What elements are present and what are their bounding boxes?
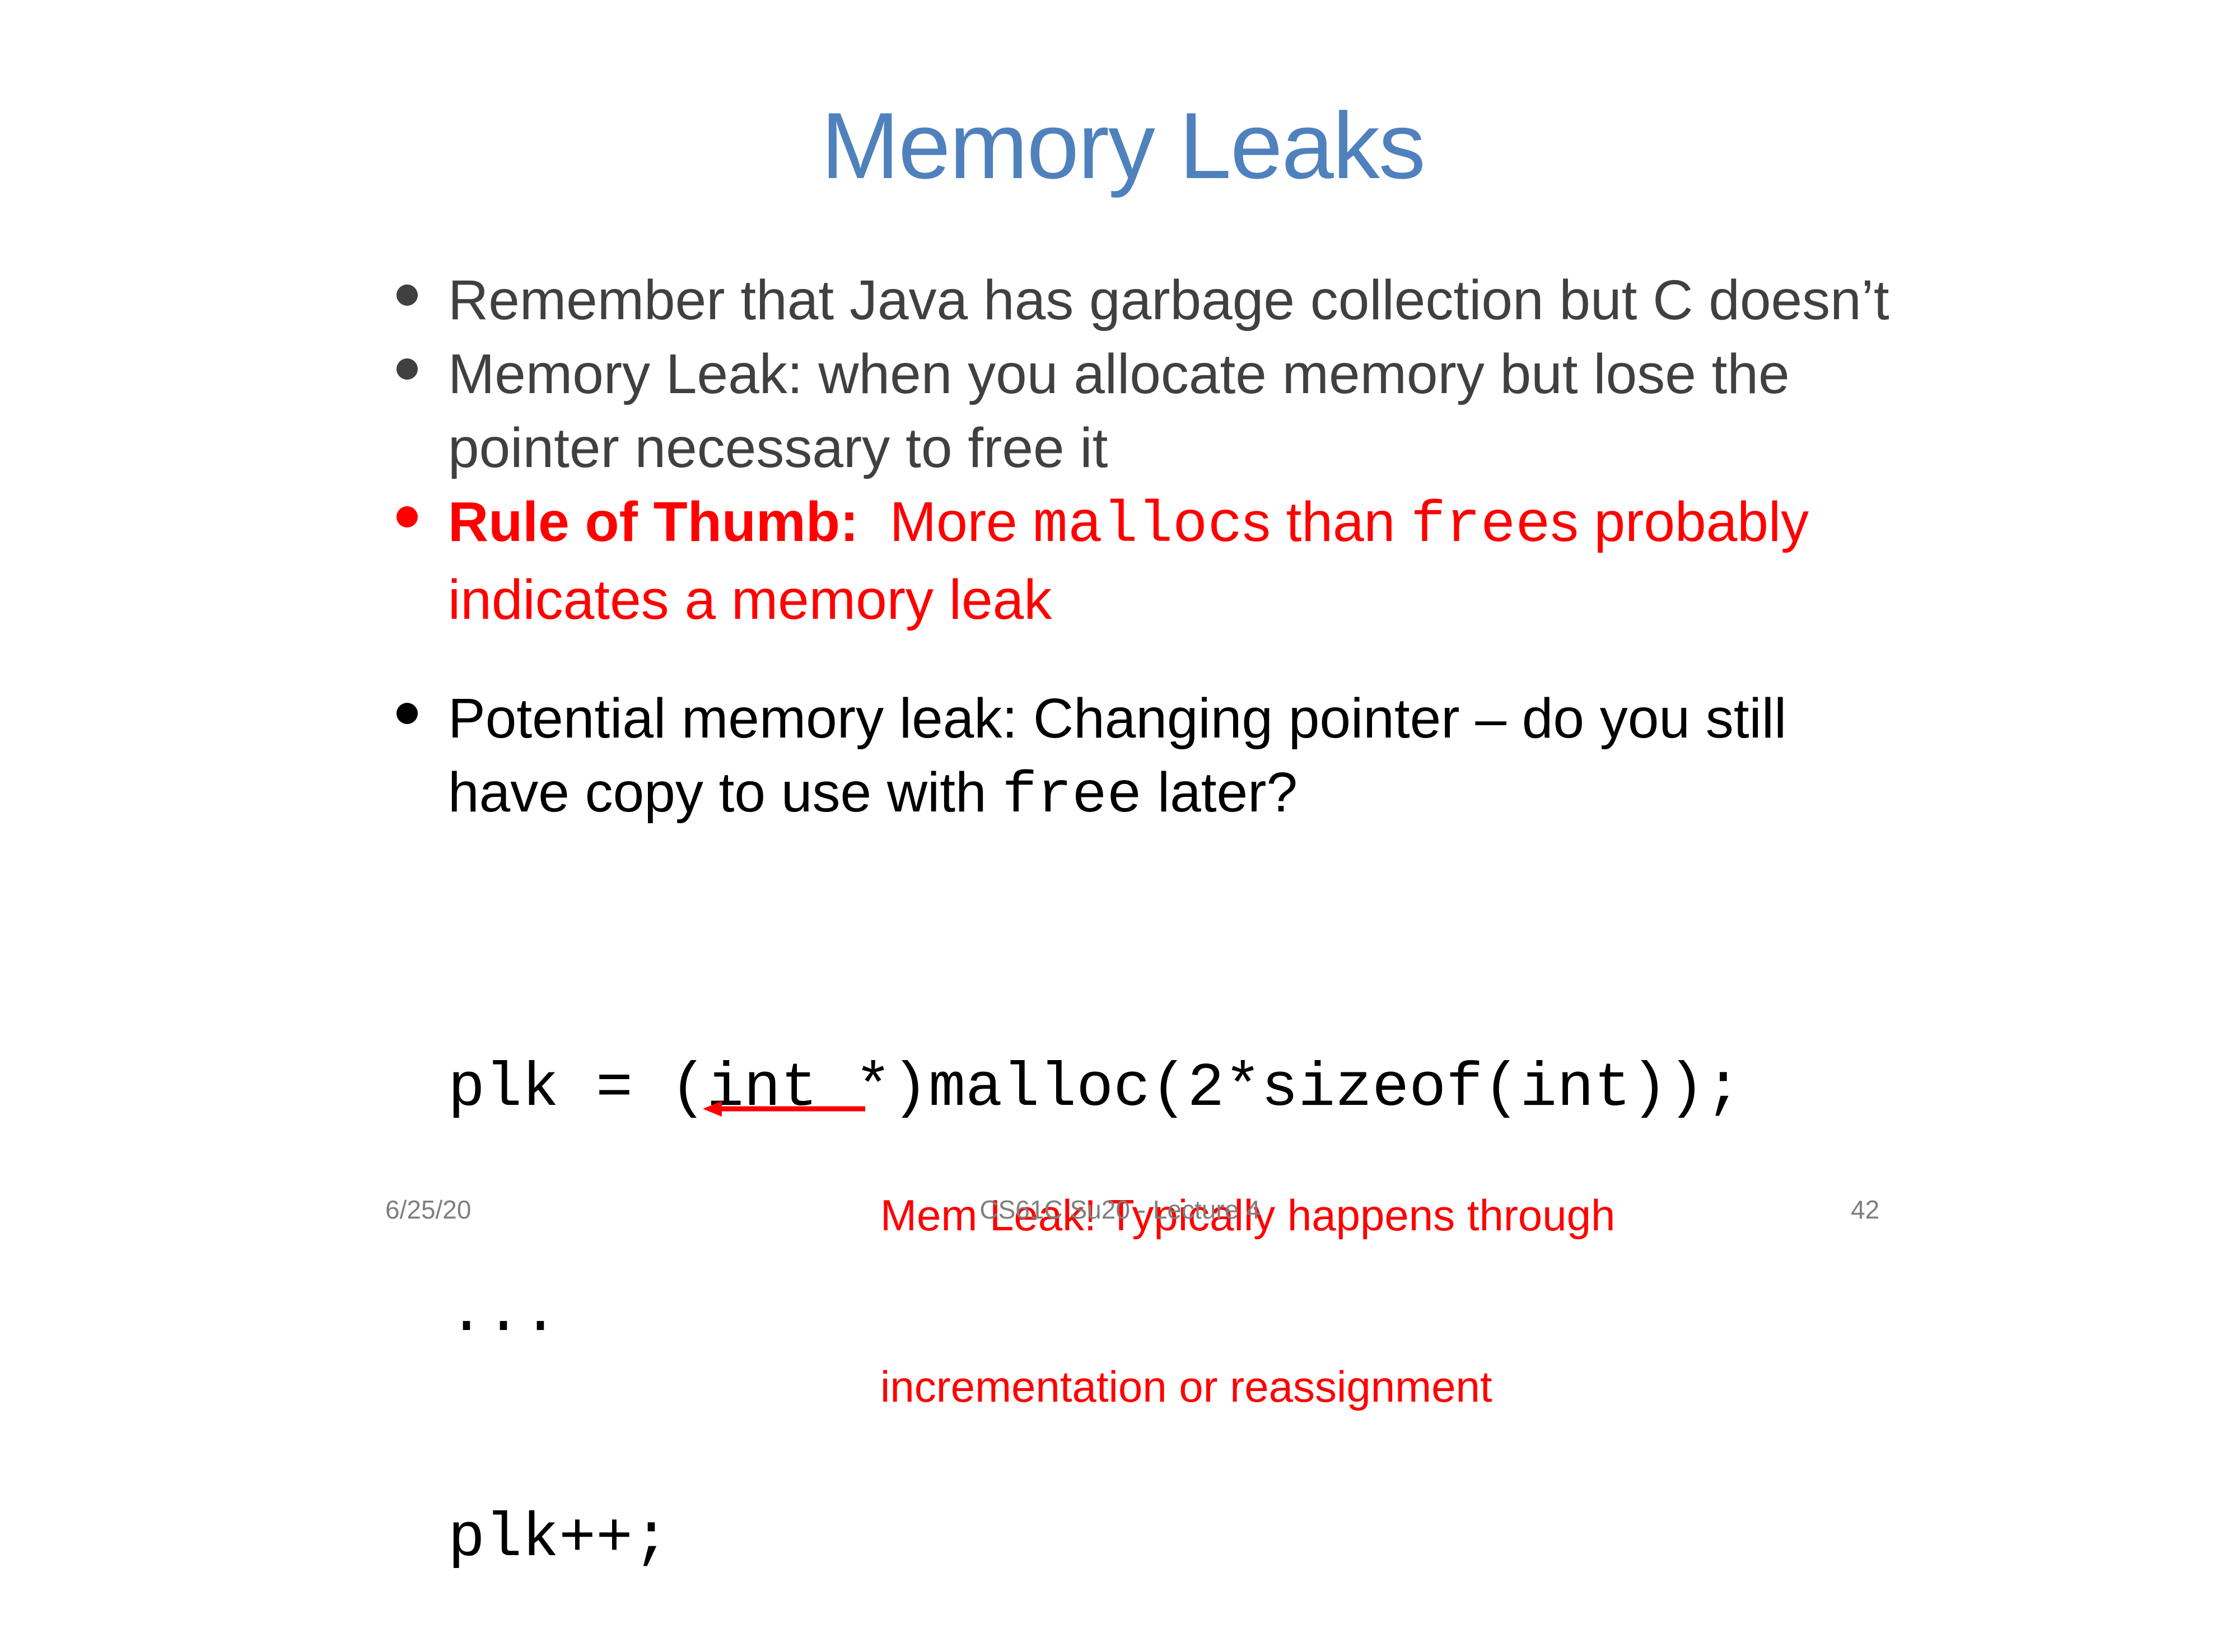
bullet-rule-of-thumb: Rule of Thumb: More mallocs than frees p… — [392, 485, 1904, 637]
mem-leak-annotation: Mem Leak! Typically happens through incr… — [880, 1072, 1615, 1472]
bullet-text-line: pointer necessary to free it — [448, 417, 1108, 479]
bullet-text-line: Potential memory leak: Changing pointer … — [448, 687, 1787, 750]
footer-course: CS61C Su20 - Lecture 4 — [979, 1195, 1261, 1224]
bullet-text-fragment: have copy to use with — [448, 761, 1002, 824]
bullet-dot — [396, 703, 418, 724]
annotation-line: incrementation or reassignment — [880, 1362, 1492, 1411]
bullet-text-fragment: s than — [1242, 491, 1411, 553]
bullet-text-fragment: More — [858, 491, 1033, 553]
bullet-list: Remember that Java has garbage collectio… — [392, 263, 1904, 833]
bullet-memory-leak-definition: Memory Leak: when you allocate memory bu… — [392, 337, 1904, 485]
bullet-text-line: Rule of Thumb: More mallocs than frees p… — [448, 485, 1904, 563]
rule-of-thumb-label: Rule of Thumb: — [448, 491, 859, 553]
bullet-dot — [396, 358, 418, 380]
slide-title: Memory Leaks — [821, 93, 1426, 198]
bullet-text-fragment: later? — [1142, 761, 1298, 824]
bullet-dot — [396, 506, 418, 528]
left-arrow-icon — [703, 1101, 865, 1117]
code-malloc: malloc — [1033, 493, 1243, 559]
code-line: plk++; — [448, 1504, 670, 1574]
bullet-dot — [396, 284, 418, 306]
bullet-java-gc: Remember that Java has garbage collectio… — [392, 263, 1904, 337]
bullet-text-line: indicates a memory leak — [448, 568, 1052, 631]
code-free: free — [1002, 763, 1142, 829]
footer-date: 6/25/20 — [385, 1195, 472, 1224]
code-free: free — [1411, 493, 1551, 559]
bullet-text-line: have copy to use with free later? — [448, 755, 1904, 833]
bullet-text-line: Memory Leak: when you allocate memory bu… — [448, 343, 1790, 405]
bullet-text-fragment: s probably — [1550, 491, 1809, 553]
bullet-potential-leak: Potential memory leak: Changing pointer … — [392, 682, 1904, 833]
footer-page-number: 42 — [1851, 1195, 1880, 1224]
bullet-text: Remember that Java has garbage collectio… — [448, 269, 1889, 332]
